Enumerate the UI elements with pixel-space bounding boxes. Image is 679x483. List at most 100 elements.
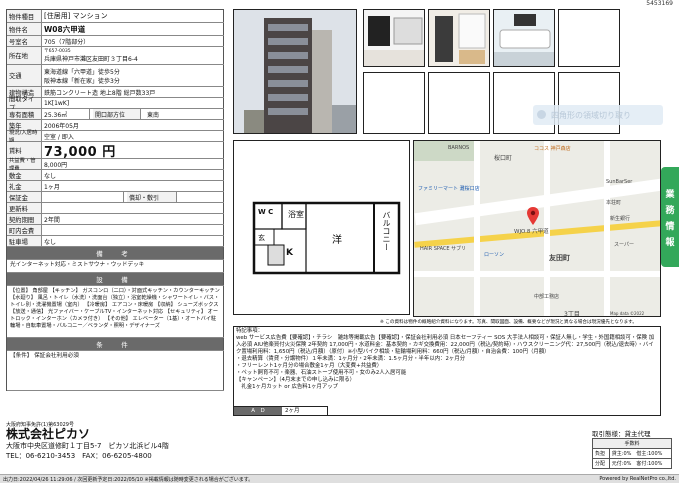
floor-plan: W C 浴室 洋 K 玄 バルコニー	[233, 140, 410, 315]
balcony-label: バルコニー	[382, 211, 391, 251]
location-marker-icon[interactable]	[527, 207, 539, 225]
photo-slot	[558, 9, 620, 67]
ad-value: 2ヶ月	[285, 408, 300, 414]
company-info: 大阪府知事免許(1)第63029号 株式会社ピカソ 大阪市中央区道修町１丁目5-…	[6, 421, 336, 471]
label: 間取タイプ	[7, 96, 42, 112]
map-label: スーパー	[614, 242, 634, 248]
contract-term: 2年間	[42, 214, 224, 224]
label: 物件名	[7, 23, 42, 35]
label: 共益費・管理費	[7, 158, 42, 172]
notes-text: web サービス広告費【要確認】・チラシ 雑誌等掲載広告【要確認】・保証会社利用…	[236, 335, 655, 356]
map-label: ローソン	[484, 252, 505, 258]
map-label: ココス 神戸森店	[534, 146, 571, 152]
layout-type: 1K[1wK]	[42, 98, 224, 108]
map-label: 友田町	[549, 254, 570, 262]
kitchen-label: K	[286, 248, 293, 258]
map-label: BARNOS	[448, 145, 470, 151]
fee-row-label: 負担	[592, 448, 610, 459]
neighborhood-fee	[42, 225, 224, 235]
notes-text: 礼金1ヶ月カット or 広告料1ヶ月アップ	[236, 384, 339, 391]
genkan-label: 玄	[258, 234, 265, 242]
map-label: 新生銀行	[610, 216, 631, 222]
label: 償却・敷引	[127, 192, 177, 202]
bottom-bar: 出力日:2022/04/26 11:29:06 / 次回更新予定日:2022/0…	[0, 474, 679, 483]
road	[414, 271, 660, 277]
bath-photo	[493, 9, 555, 67]
label: 専有面積	[7, 109, 42, 119]
map-label: ファミリーマート 灘桜口店	[418, 186, 480, 192]
ad-row: A D 2ヶ月	[233, 406, 328, 416]
snip-icon	[537, 110, 546, 119]
ad-label: A D	[234, 407, 282, 415]
building-image	[234, 10, 356, 133]
renewal-fee	[42, 203, 224, 213]
label: 駐車場	[7, 236, 42, 246]
management-fee: 8,000円	[42, 159, 224, 169]
property-name: W08六甲道	[42, 23, 224, 35]
transport-line: 東海道線「六甲道」徒歩5分	[44, 68, 120, 76]
map-label: 本荘町	[606, 200, 622, 206]
disclaimer: ※ この資料は物件の概略紹介資料になります。写真、間取図面、設備、概要などが現況…	[380, 320, 637, 325]
bath-label: 浴室	[288, 210, 304, 219]
location-map[interactable]: 桜口町 BARNOS ココス 神戸森店 ファミリーマート 灘桜口店 WJO.8 …	[413, 140, 661, 317]
conditions-text: 【条件】 保証会社利用必須	[7, 351, 224, 390]
map-label: 桜口町	[494, 155, 513, 162]
fee-row-value: 元付:0% 客付:100%	[608, 458, 673, 469]
powered-by: Powered by RealNetPro co.,ltd.	[599, 476, 676, 482]
business-info-tab[interactable]: 業 務 情 報	[661, 167, 679, 267]
equipment-text: 【位置】 角部屋 【キッチン】 ガスコンロ（二口）・対面式キッチン・カウンターキ…	[7, 286, 224, 337]
direction: 東南	[147, 111, 160, 119]
room-number: 705（7階部分）	[42, 36, 224, 46]
dealer-mode: 取引態様：貸主代理	[592, 430, 651, 438]
tab-char: 報	[665, 237, 675, 248]
area: 25.36㎡	[42, 109, 90, 119]
label: 物件種目	[7, 10, 42, 22]
western-room-label: 洋	[332, 235, 342, 246]
spec-table: 物件種目 [住居用] マンション 物件名 W08六甲道 号室名 705（7階部分） 所…	[6, 9, 224, 391]
company-address: 大阪市中央区道修町１丁目5-7 ピカソ北浜ビル4階	[6, 442, 169, 450]
tab-char: 業	[665, 189, 675, 200]
kitchen-photo	[428, 9, 490, 67]
road	[474, 141, 480, 316]
structure: 鉄筋コンクリート造 地上8階 総戸数33戸	[42, 87, 224, 97]
transport-line: 阪神本線「新在家」徒歩3分	[44, 77, 120, 85]
label: 契約期間	[7, 214, 42, 224]
equipment-title: 設 備	[7, 273, 224, 285]
listing-id: 5453169	[646, 0, 673, 7]
special-notes: 特記事項： web サービス広告費【要確認】・チラシ 雑誌等掲載広告【要確認】・…	[233, 326, 661, 416]
remarks-title: 備 考	[7, 247, 224, 259]
label: 所在地	[7, 47, 42, 64]
company-name: 株式会社ピカソ	[6, 427, 91, 441]
deposit: なし	[42, 170, 224, 180]
label: 交通	[7, 65, 42, 86]
rent: 73,000 円	[42, 142, 224, 160]
parking: なし	[42, 236, 224, 246]
property-type: [住居用] マンション	[42, 10, 224, 22]
status: 空室 / 即入	[42, 131, 224, 141]
map-label: SunBarSer	[606, 179, 633, 185]
fee-title: 手数料	[592, 438, 672, 449]
built-year: 2006年05月	[42, 120, 224, 130]
road	[604, 141, 610, 316]
wc-label: W C	[258, 208, 274, 216]
label: 町内会費	[7, 225, 42, 235]
key-money: 1ヶ月	[42, 181, 224, 191]
label: 現況/入居時期	[7, 130, 42, 144]
snip-tooltip: 四角形の領域切り取り	[533, 105, 663, 125]
tab-char: 情	[665, 221, 675, 232]
room-photo	[363, 9, 425, 67]
flyer-page: { "listing_id": "5453169", "property": {…	[0, 0, 679, 483]
remarks-text: 光インターネット対応・ミストサウナ・ウッドデッキ	[7, 260, 224, 272]
map-attribution: Map data ©2022	[610, 311, 645, 316]
photo-slot	[428, 72, 490, 134]
company-phone: TEL：06-6210-3453 FAX：06-6205-4800	[6, 452, 152, 460]
map-label: WJO.8 六甲道	[514, 229, 549, 235]
address: 兵庫県神戸市灘区友田町３丁目6-4	[44, 56, 138, 63]
map-label: 3丁目	[564, 311, 580, 317]
dealer-box: 取引態様：貸主代理 手数料 負担 貸主:0% 借主:100% 分配 元付:0% 客付…	[592, 428, 673, 469]
label: 号室名	[7, 36, 42, 46]
label: 更新料	[7, 203, 42, 213]
snip-tooltip-text: 四角形の領域切り取り	[551, 110, 631, 120]
conditions-title: 条 件	[7, 338, 224, 350]
map-label: 中部工務店	[534, 294, 560, 300]
